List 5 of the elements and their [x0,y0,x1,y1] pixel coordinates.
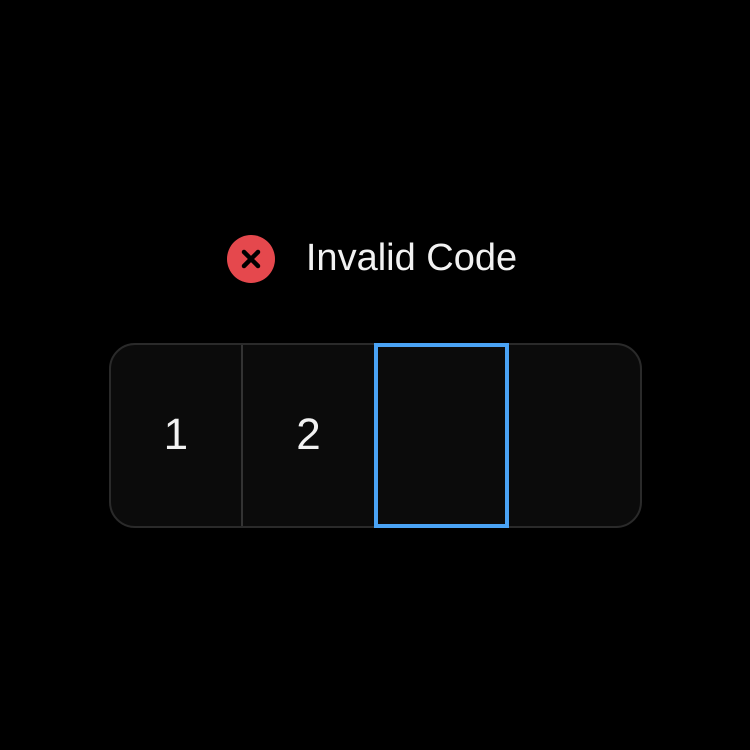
code-digit-field[interactable] [374,342,509,528]
code-digit-field[interactable]: 1 [110,344,242,526]
code-digit-field[interactable]: 2 [241,344,374,526]
error-message: Invalid Code [306,237,518,280]
error-icon [226,234,275,282]
